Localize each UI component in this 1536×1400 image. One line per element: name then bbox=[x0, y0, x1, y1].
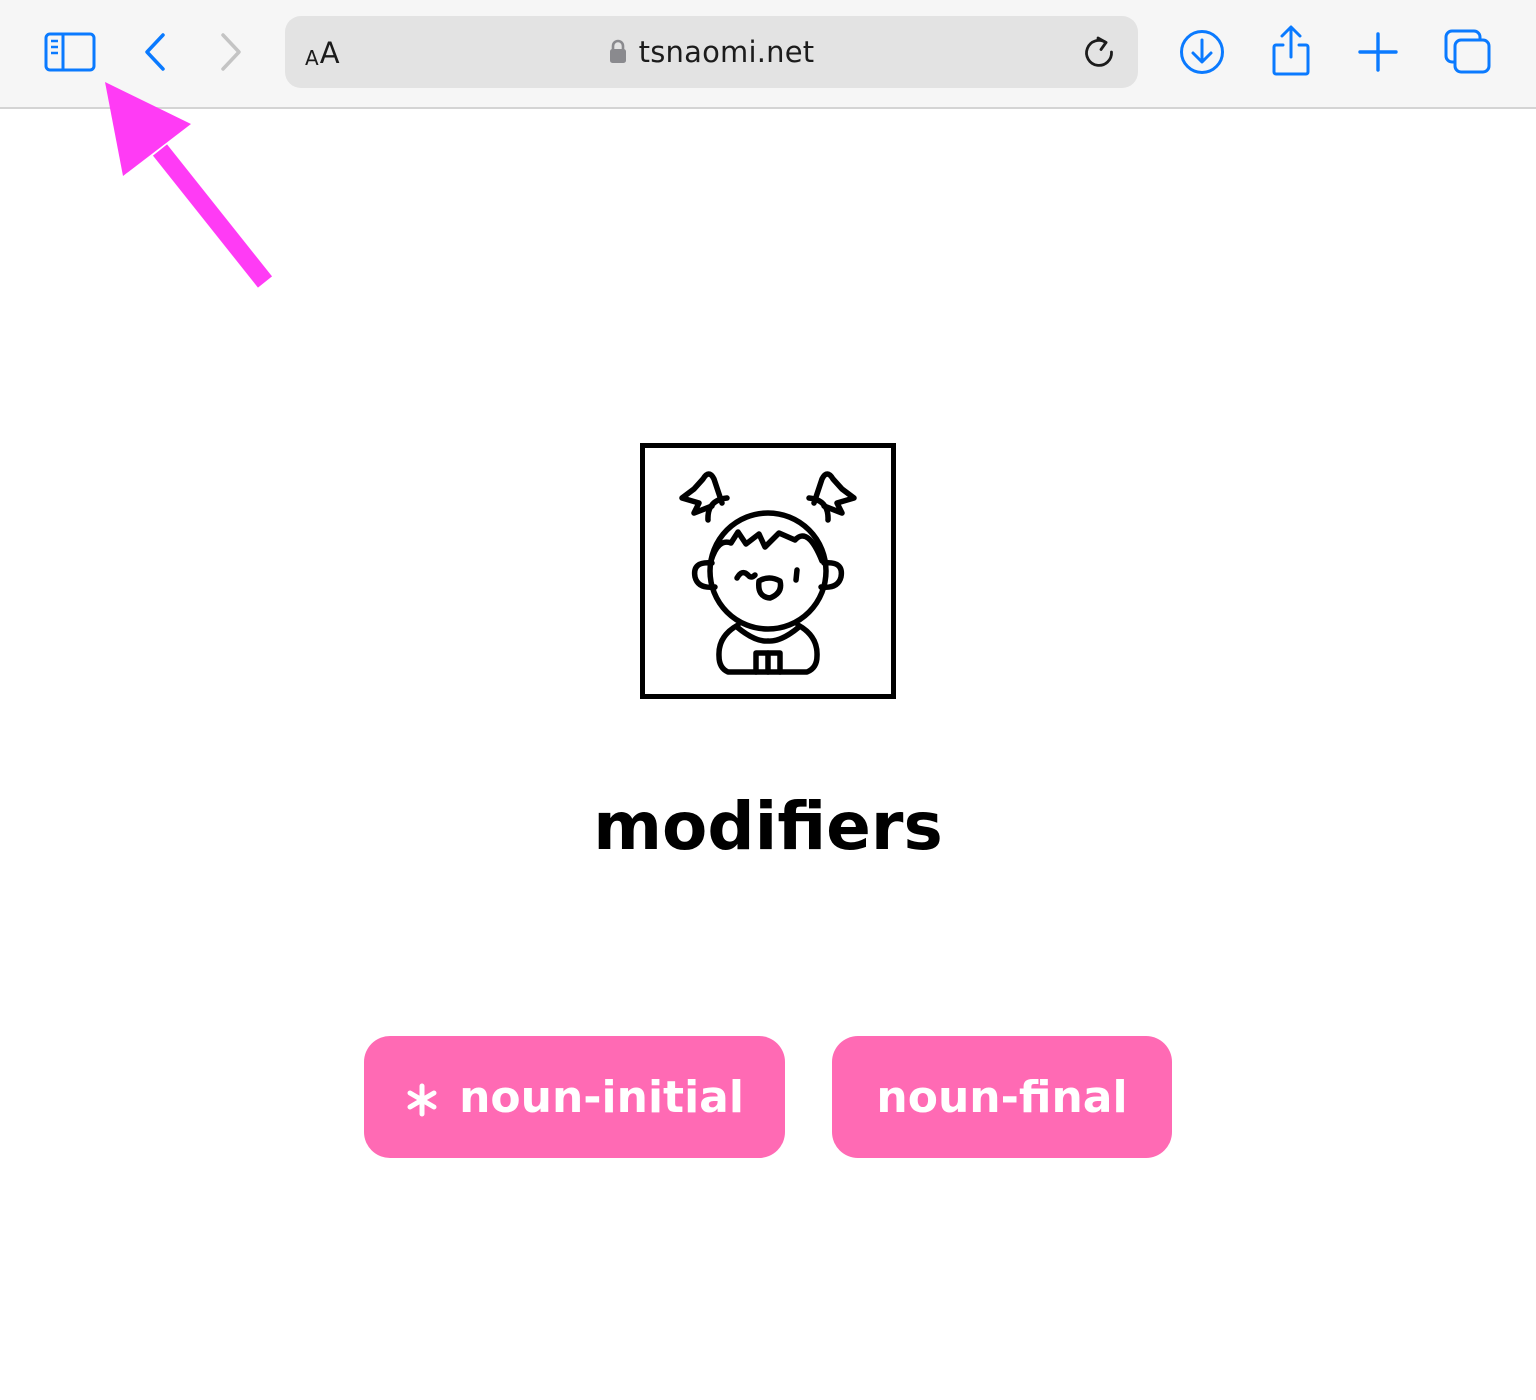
avatar-frame bbox=[640, 443, 896, 699]
reader-text-size-button[interactable]: AA bbox=[305, 34, 340, 71]
url-text: tsnaomi.net bbox=[638, 35, 815, 69]
reload-button[interactable] bbox=[1081, 34, 1117, 70]
girl-avatar-icon bbox=[679, 471, 857, 675]
forward-button[interactable] bbox=[214, 30, 248, 75]
url-display: tsnaomi.net bbox=[285, 16, 1138, 88]
noun-initial-label: noun-initial bbox=[459, 1071, 744, 1123]
share-button[interactable] bbox=[1268, 24, 1314, 78]
sidebar-button[interactable] bbox=[42, 30, 98, 75]
reload-icon bbox=[1085, 36, 1113, 67]
forward-icon bbox=[221, 33, 241, 71]
browser-toolbar: AA tsnaomi.net bbox=[0, 0, 1536, 109]
back-icon bbox=[145, 33, 165, 71]
page-title: modifiers bbox=[593, 788, 943, 865]
new-tab-button[interactable] bbox=[1356, 30, 1400, 74]
share-icon bbox=[1272, 25, 1310, 76]
sidebar-icon bbox=[44, 32, 96, 72]
download-icon bbox=[1180, 30, 1224, 74]
noun-initial-button[interactable]: noun-initial bbox=[364, 1036, 785, 1158]
tabs-icon bbox=[1444, 29, 1491, 74]
downloads-button[interactable] bbox=[1177, 27, 1227, 77]
reader-small-letter: A bbox=[305, 46, 319, 70]
noun-final-button[interactable]: noun-final bbox=[832, 1036, 1172, 1158]
tab-overview-button[interactable] bbox=[1441, 27, 1495, 77]
reader-big-letter: A bbox=[319, 36, 340, 70]
asterisk-icon bbox=[405, 1083, 439, 1117]
back-button[interactable] bbox=[138, 30, 172, 75]
lock-icon bbox=[609, 39, 626, 63]
address-bar[interactable]: AA tsnaomi.net bbox=[285, 16, 1138, 88]
noun-final-label: noun-final bbox=[876, 1071, 1128, 1123]
page: AA tsnaomi.net modifiers noun-initial no… bbox=[0, 0, 1536, 1400]
new-tab-icon bbox=[1358, 32, 1398, 72]
